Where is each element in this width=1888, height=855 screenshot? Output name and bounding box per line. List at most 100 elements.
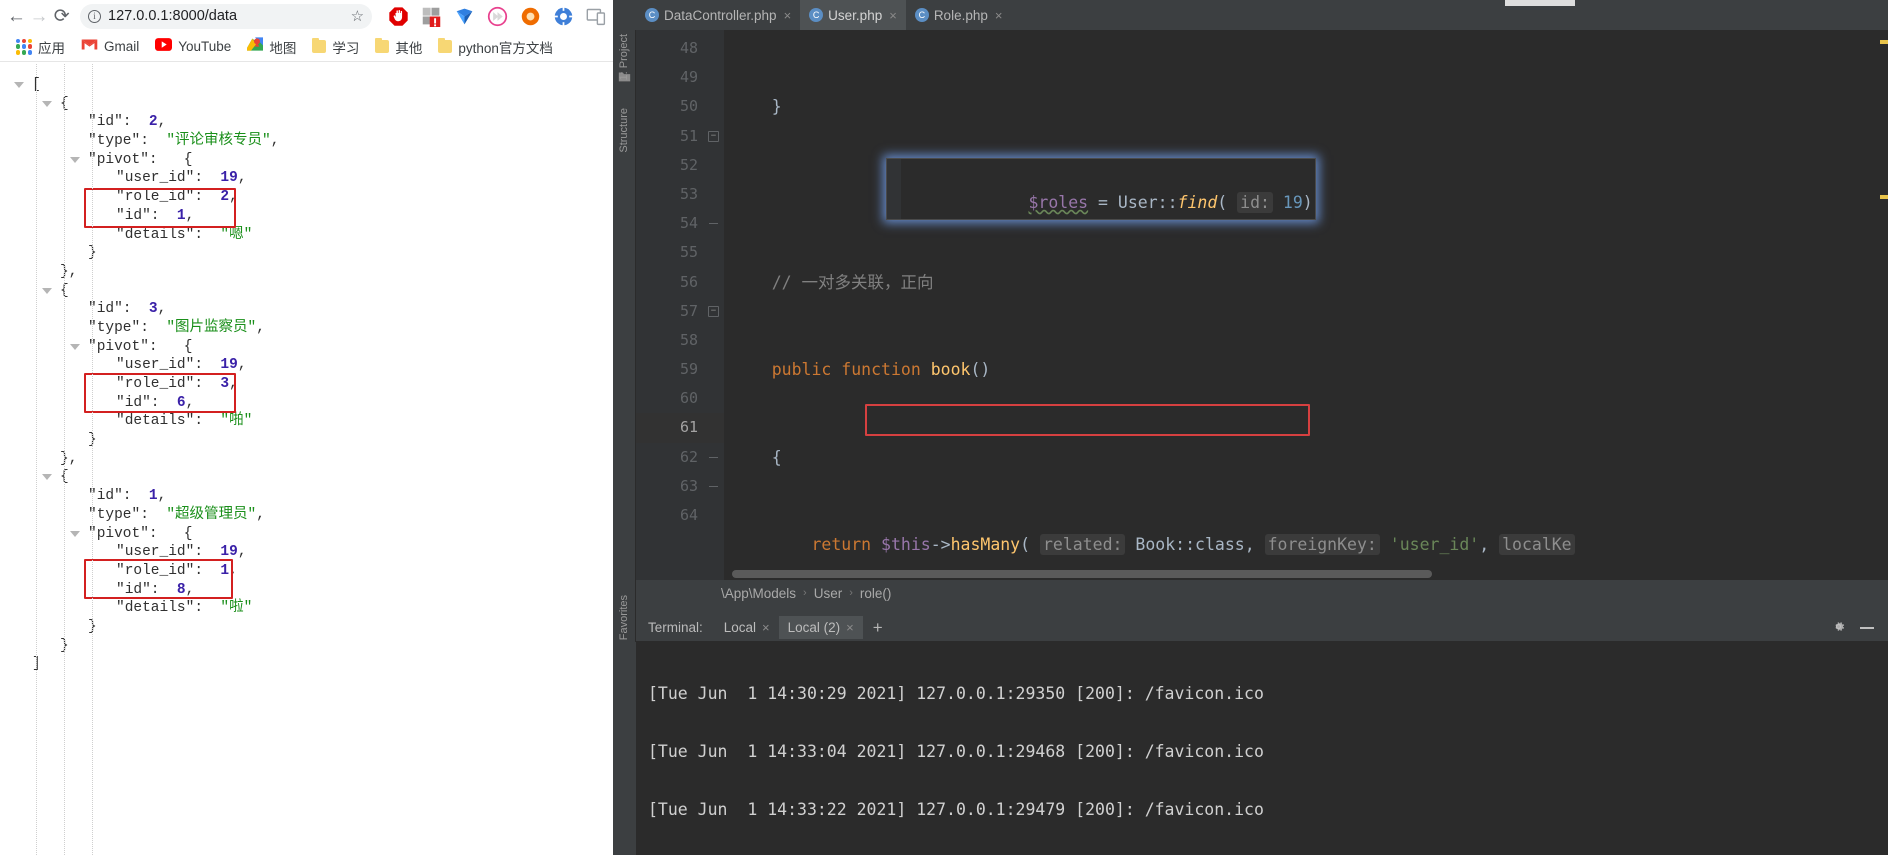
bookmark-gmail[interactable]: Gmail: [73, 35, 147, 59]
adblock-extension-icon[interactable]: [388, 6, 409, 27]
json-collapse-triangle[interactable]: [14, 82, 24, 88]
json-line: {: [14, 468, 613, 487]
blue-gear-extension-icon[interactable]: [553, 6, 574, 27]
json-line: "id": 2,: [14, 113, 613, 132]
tab-close-icon[interactable]: ×: [784, 8, 792, 23]
editor-gutter[interactable]: 48 49 50 51 − 52 53 54 55 56 57 − 58 59 …: [636, 30, 724, 580]
json-key: "type":: [88, 506, 167, 523]
device-toolbar-icon[interactable]: [586, 6, 607, 27]
back-button[interactable]: ←: [6, 1, 27, 31]
terminal-tab-label: Local: [723, 620, 757, 635]
bookmark-label: 学习: [332, 40, 360, 56]
address-bar[interactable]: i 127.0.0.1:8000/data ☆: [80, 3, 373, 29]
terminal-label: Terminal:: [648, 620, 703, 635]
json-key: "user_id":: [116, 357, 221, 374]
yandex-extension-icon[interactable]: [454, 6, 475, 27]
breadcrumb-item-method[interactable]: role(): [860, 586, 892, 601]
bookmark-folder-other[interactable]: 其他: [367, 34, 430, 60]
bookmark-folder-study[interactable]: 学习: [304, 34, 367, 60]
code-fold-end-icon[interactable]: [708, 452, 719, 463]
tab-close-icon[interactable]: ×: [995, 8, 1003, 23]
rail-item-structure[interactable]: Structure: [618, 108, 630, 153]
close-icon[interactable]: ×: [762, 620, 770, 635]
terminal-line: [Tue Jun 1 14:30:29 2021] 127.0.0.1:2935…: [648, 684, 1264, 703]
terminal-output[interactable]: [Tue Jun 1 14:30:29 2021] 127.0.0.1:2935…: [636, 642, 1888, 855]
json-key: "user_id":: [116, 544, 221, 561]
json-collapse-triangle[interactable]: [42, 287, 52, 294]
json-collapse-triangle[interactable]: [70, 343, 80, 350]
gmail-icon: [81, 38, 98, 56]
json-collapse-triangle[interactable]: [42, 474, 52, 481]
terminal-tab-local[interactable]: Local ×: [715, 616, 779, 639]
tooltip-gutter: [887, 159, 901, 219]
terminal-tab-local-2[interactable]: Local (2) ×: [778, 616, 863, 639]
editor-code-area[interactable]: } // 一对多关联，正向 public function book() { r…: [724, 30, 1888, 580]
json-comma: ,: [237, 170, 247, 187]
line-number: 48: [679, 39, 698, 57]
json-key: "id":: [88, 488, 149, 505]
json-line: },: [14, 263, 613, 282]
fast-forward-extension-icon[interactable]: [487, 6, 508, 27]
json-string-value: "啪": [220, 413, 253, 430]
close-icon[interactable]: ×: [846, 620, 854, 635]
json-key: "id":: [88, 114, 149, 131]
code-fold-end-icon[interactable]: [708, 481, 719, 492]
php-file-icon: C: [809, 8, 824, 22]
browser-toolbar: ← → ⟳ i 127.0.0.1:8000/data ☆: [0, 0, 613, 32]
code-fold-icon[interactable]: −: [708, 130, 719, 142]
puzzle-extension-icon[interactable]: [421, 6, 442, 27]
forward-button[interactable]: →: [29, 1, 50, 31]
code-line: public function book(): [771, 360, 991, 380]
json-line: ]: [14, 655, 613, 674]
gear-icon[interactable]: [1831, 619, 1846, 637]
minimize-icon[interactable]: [1860, 626, 1874, 629]
json-comma: ,: [185, 207, 195, 224]
rail-item-project[interactable]: 1: Project: [618, 34, 630, 80]
json-key: "user_id":: [116, 170, 221, 187]
json-collapse-triangle[interactable]: [42, 100, 52, 107]
code-fold-end-icon[interactable]: [708, 218, 719, 229]
json-collapse-triangle[interactable]: [70, 530, 80, 537]
json-line: "details": "嗯": [14, 226, 613, 245]
json-viewer[interactable]: [{"id": 2, "type": "评论审核专员", "pivot": {"us…: [0, 64, 613, 855]
code-editor[interactable]: 48 49 50 51 − 52 53 54 55 56 57 − 58 59 …: [636, 30, 1888, 580]
editor-horizontal-scrollbar[interactable]: [732, 570, 1888, 580]
json-comma: ,: [237, 544, 247, 561]
json-comma: ,: [157, 114, 167, 131]
json-string-value: "嗯": [220, 226, 253, 243]
json-indent-guide: [36, 64, 37, 855]
orange-extension-icon[interactable]: [520, 6, 541, 27]
bookmark-star-icon[interactable]: ☆: [351, 7, 364, 25]
bookmark-youtube[interactable]: YouTube: [147, 35, 239, 59]
terminal-tab-label: Local (2): [787, 620, 841, 635]
bookmark-folder-python-docs[interactable]: python官方文档: [430, 34, 561, 60]
json-brace: {: [175, 151, 193, 168]
site-info-icon[interactable]: i: [88, 9, 102, 23]
bookmarks-bar: 应用 Gmail YouTube 地图 学习 其他 python官方文档: [0, 32, 613, 62]
tab-user-php[interactable]: C User.php ×: [800, 0, 906, 30]
scroll-error-marker[interactable]: [1880, 40, 1888, 44]
add-terminal-tab-button[interactable]: +: [873, 618, 883, 638]
json-key: "details":: [116, 226, 221, 243]
bookmark-apps[interactable]: 应用: [8, 34, 73, 60]
url-text[interactable]: 127.0.0.1:8000/data: [108, 8, 237, 24]
terminal-line: [Tue Jun 1 14:33:22 2021] 127.0.0.1:2947…: [648, 800, 1264, 819]
tab-close-icon[interactable]: ×: [889, 8, 897, 23]
folder-icon: [438, 38, 453, 53]
json-comma: ,: [157, 301, 167, 318]
tab-role-php[interactable]: C Role.php ×: [906, 0, 1012, 30]
breadcrumb-item-class[interactable]: User: [814, 586, 843, 601]
code-fold-icon[interactable]: −: [708, 305, 719, 317]
tab-datacontroller-php[interactable]: C DataController.php ×: [636, 0, 800, 30]
code-line: // 一对多关联，正向: [724, 268, 1888, 297]
json-key: "details":: [116, 600, 221, 617]
reload-button[interactable]: ⟳: [51, 1, 72, 31]
json-number-value: 1: [176, 207, 186, 224]
bookmark-maps[interactable]: 地图: [239, 33, 304, 60]
line-number-current: 61: [636, 413, 724, 443]
code-tooltip-popup[interactable]: $roles = User::find( id: 19)->role; retu…: [886, 158, 1316, 220]
json-collapse-triangle[interactable]: [70, 156, 80, 163]
scroll-error-marker[interactable]: [1880, 195, 1888, 199]
breadcrumb-item-namespace[interactable]: \App\Models: [721, 586, 796, 601]
json-line: "pivot": {: [14, 525, 613, 544]
